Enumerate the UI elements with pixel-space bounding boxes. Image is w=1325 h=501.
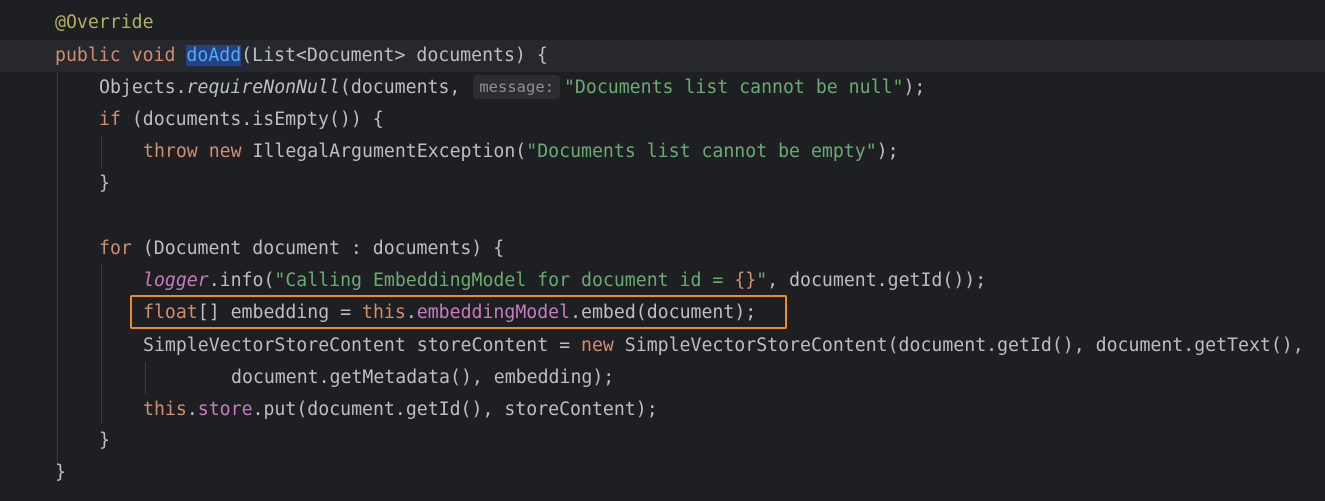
log-placeholder: {}: [734, 270, 757, 291]
code-line-close-if[interactable]: }: [0, 168, 1325, 200]
store-content-args-continuation: document.getMetadata(), embedding);: [231, 367, 615, 388]
method-params: (List<Document> documents) {: [241, 45, 548, 66]
store-content-statement: SimpleVectorStoreContent storeContent = …: [143, 330, 1304, 362]
empty-message-string: "Documents list cannot be empty": [526, 141, 877, 162]
code-line-throw[interactable]: throw new IllegalArgumentException("Docu…: [0, 136, 1325, 168]
store-content-declaration: SimpleVectorStoreContent storeContent =: [143, 335, 581, 356]
keyword-void: void: [131, 45, 176, 66]
require-arg-documents: (documents,: [339, 77, 472, 98]
method-name[interactable]: doAdd: [186, 45, 242, 66]
highlight-box: [130, 295, 787, 329]
store-content-constructor: SimpleVectorStoreContent(document.getId(…: [613, 335, 1304, 356]
code-line-annotation[interactable]: @Override: [0, 7, 1325, 39]
require-non-null-statement: Objects.requireNonNull(documents, messag…: [99, 72, 925, 104]
code-line-if[interactable]: if (documents.isEmpty()) {: [0, 104, 1325, 136]
objects-class: Objects.: [99, 77, 187, 98]
keyword-throw: throw: [143, 141, 198, 162]
code-line-store-content-continuation[interactable]: document.getMetadata(), embedding);: [0, 362, 1325, 394]
override-annotation: @Override: [55, 12, 154, 33]
exception-class: IllegalArgumentException(: [241, 141, 527, 162]
if-condition: (documents.isEmpty()) {: [120, 109, 384, 130]
keyword-new: new: [581, 335, 614, 356]
require-non-null-method: requireNonNull: [186, 77, 340, 98]
throw-statement: throw new IllegalArgumentException("Docu…: [143, 136, 899, 168]
code-line-close-for[interactable]: }: [0, 425, 1325, 457]
put-call: .put(document.getId(), storeContent);: [252, 399, 658, 420]
store-field: store: [197, 399, 253, 420]
method-signature: public void doAdd(List<Document> documen…: [55, 40, 548, 72]
closing-brace: }: [99, 173, 110, 194]
logger-statement: logger.info("Calling EmbeddingModel for …: [143, 265, 986, 297]
keyword-new: new: [208, 141, 242, 162]
parameter-hint-message: message:: [473, 75, 560, 99]
logger-field: logger: [143, 270, 209, 291]
for-header: (Document document : documents) {: [131, 238, 505, 259]
code-line-blank[interactable]: [0, 200, 1325, 232]
code-editor[interactable]: @Override public void doAdd(List<Documen…: [0, 0, 1325, 501]
code-line-for[interactable]: for (Document document : documents) {: [0, 233, 1325, 265]
code-line-close-method[interactable]: }: [0, 457, 1325, 489]
null-message-string: "Documents list cannot be null": [563, 77, 904, 98]
logger-info-call: .info(: [208, 270, 275, 291]
keyword-if: if: [99, 109, 121, 130]
statement-end: );: [876, 141, 899, 162]
statement-end: );: [903, 77, 926, 98]
if-statement: if (documents.isEmpty()) {: [99, 104, 384, 136]
logger-args: , document.getId());: [767, 270, 987, 291]
keyword-for: for: [99, 238, 132, 259]
log-message-string-end: ": [756, 270, 768, 291]
code-line-store-put[interactable]: this.store.put(document.getId(), storeCo…: [0, 394, 1325, 426]
keyword-public: public: [55, 45, 121, 66]
code-line-method-signature[interactable]: public void doAdd(List<Document> documen…: [0, 40, 1325, 72]
code-line-require-non-null[interactable]: Objects.requireNonNull(documents, messag…: [0, 72, 1325, 104]
for-statement: for (Document document : documents) {: [99, 233, 504, 265]
log-message-string: "Calling EmbeddingModel for document id …: [274, 270, 735, 291]
closing-brace: }: [55, 462, 66, 483]
keyword-this: this: [143, 399, 187, 420]
closing-brace: }: [99, 430, 110, 451]
store-put-statement: this.store.put(document.getId(), storeCo…: [143, 394, 658, 426]
dot: .: [186, 399, 198, 420]
code-line-store-content[interactable]: SimpleVectorStoreContent storeContent = …: [0, 330, 1325, 362]
code-line-logger[interactable]: logger.info("Calling EmbeddingModel for …: [0, 265, 1325, 297]
